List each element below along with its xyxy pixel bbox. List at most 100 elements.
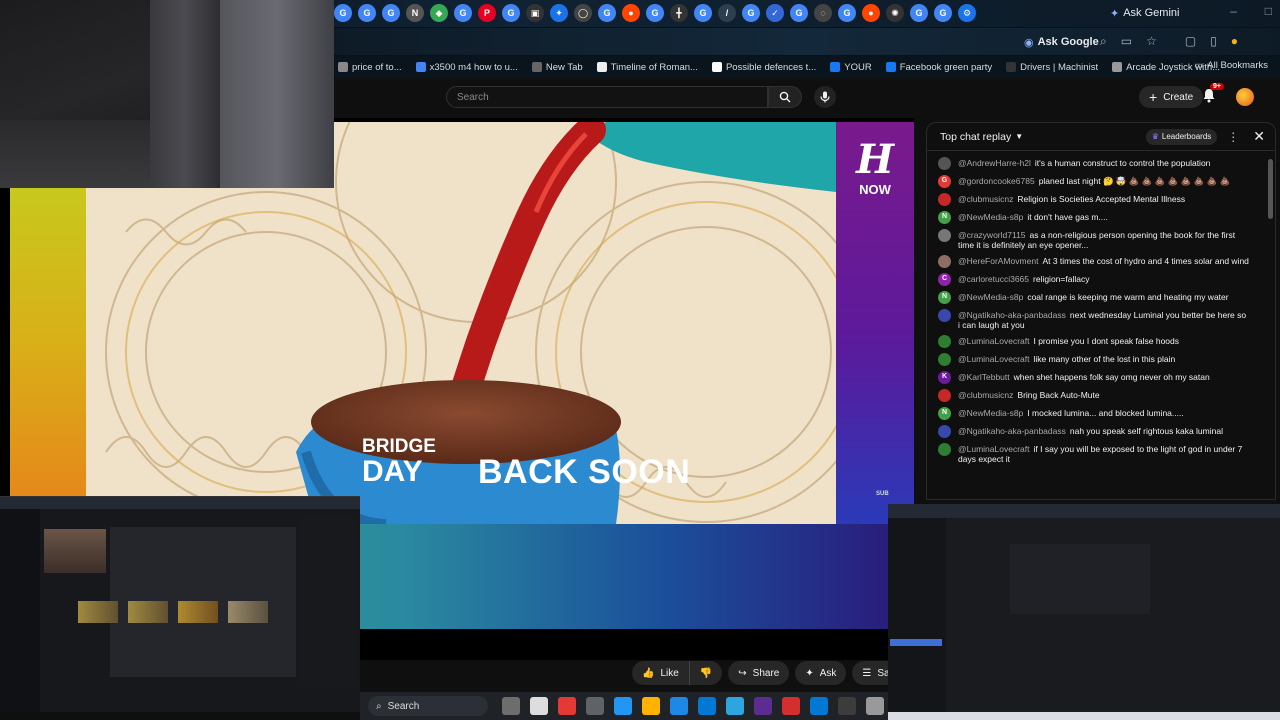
chrome-icon[interactable]: G xyxy=(646,4,664,22)
more-options-icon[interactable]: ⋮ xyxy=(1227,130,1239,144)
chat-avatar[interactable]: N xyxy=(938,406,951,420)
taskbar-app-icon[interactable] xyxy=(866,697,884,715)
chat-avatar[interactable] xyxy=(938,156,951,170)
chat-author[interactable]: @LuminaLovecraft xyxy=(958,354,1029,364)
chrome-icon[interactable]: G xyxy=(838,4,856,22)
tool-icon[interactable]: / xyxy=(718,4,736,22)
bookmark-item[interactable]: price of to... xyxy=(338,62,402,73)
chat-author[interactable]: @Ngatikaho-aka-panbadass xyxy=(958,310,1066,320)
chat-author[interactable]: @LuminaLovecraft xyxy=(958,444,1029,454)
taskbar-app-icon[interactable] xyxy=(614,697,632,715)
game-icon[interactable]: ▣ xyxy=(526,4,544,22)
chat-author[interactable]: @LuminaLovecraft xyxy=(958,336,1029,346)
taskbar-app-icon[interactable] xyxy=(530,697,548,715)
minimize-icon[interactable]: – xyxy=(1230,4,1237,18)
dislike-button[interactable]: 👎 xyxy=(689,661,723,685)
maximize-icon[interactable]: □ xyxy=(1265,4,1272,18)
chat-avatar[interactable]: G xyxy=(938,174,951,188)
chat-author[interactable]: @crazyworld7115 xyxy=(958,230,1026,240)
chat-avatar[interactable] xyxy=(938,352,951,366)
app-icon[interactable]: ✦ xyxy=(550,4,568,22)
chat-avatar[interactable] xyxy=(938,228,951,242)
chat-avatar[interactable] xyxy=(938,254,951,268)
chat-author[interactable]: @carloretucci3665 xyxy=(958,274,1029,284)
chat-author[interactable]: @AndrewHarre-h2l xyxy=(958,158,1031,168)
chrome-icon[interactable]: G xyxy=(790,4,808,22)
chrome-icon[interactable]: G xyxy=(910,4,928,22)
chat-avatar[interactable] xyxy=(938,334,951,348)
notifications-button[interactable]: 9+ xyxy=(1202,83,1224,106)
bookmark-item[interactable]: x3500 m4 how to u... xyxy=(415,62,518,73)
all-bookmarks-button[interactable]: ▭ All Bookmarks xyxy=(1194,60,1268,71)
maps-icon[interactable]: ◆ xyxy=(430,4,448,22)
chat-author[interactable]: @Ngatikaho-aka-panbadass xyxy=(958,426,1066,436)
search-input[interactable]: Search xyxy=(446,86,768,108)
chat-avatar[interactable]: N xyxy=(938,210,951,224)
account-avatar[interactable] xyxy=(1236,88,1254,106)
taskbar-app-icon[interactable] xyxy=(838,697,856,715)
chat-avatar[interactable] xyxy=(938,388,951,402)
chat-author[interactable]: @KarlTebbutt xyxy=(958,372,1010,382)
chat-avatar[interactable]: C xyxy=(938,272,951,286)
chat-author[interactable]: @NewMedia-s8p xyxy=(958,408,1023,418)
search-button[interactable] xyxy=(768,86,802,108)
bookmark-item[interactable]: Drivers | Machinist xyxy=(1006,62,1098,73)
chat-avatar[interactable] xyxy=(938,442,951,456)
ask-button[interactable]: ✦ Ask xyxy=(795,661,847,685)
chat-author[interactable]: @NewMedia-s8p xyxy=(958,212,1023,222)
leaderboards-button[interactable]: ♛ Leaderboards xyxy=(1145,128,1218,145)
settings-icon[interactable]: ✺ xyxy=(886,4,904,22)
ask-gemini-button[interactable]: ✦ Ask Gemini xyxy=(1104,4,1185,22)
chrome-icon[interactable]: G xyxy=(502,4,520,22)
cast-icon[interactable]: ▭ xyxy=(1121,34,1132,49)
chrome-icon[interactable]: G xyxy=(382,4,400,22)
taskbar-app-icon[interactable] xyxy=(726,697,744,715)
ask-google-button[interactable]: ◉ Ask Google xyxy=(1024,33,1099,51)
chat-avatar[interactable]: K xyxy=(938,370,951,384)
chrome-icon[interactable]: G xyxy=(358,4,376,22)
taskbar-app-icon[interactable] xyxy=(502,697,520,715)
chat-author[interactable]: @NewMedia-s8p xyxy=(958,292,1023,302)
chrome-icon[interactable]: G xyxy=(454,4,472,22)
chrome-icon[interactable]: G xyxy=(598,4,616,22)
bookmark-item[interactable]: Facebook green party xyxy=(885,62,992,73)
pinterest-icon[interactable]: P xyxy=(478,4,496,22)
taskbar-app-icon[interactable] xyxy=(642,697,660,715)
bookmark-item[interactable]: Timeline of Roman... xyxy=(596,62,698,73)
chat-scrollbar[interactable] xyxy=(1268,159,1273,219)
taskbar-app-icon[interactable] xyxy=(810,697,828,715)
profile-avatar-icon[interactable]: ● xyxy=(1231,34,1238,49)
taskbar-app-icon[interactable] xyxy=(754,697,772,715)
chrome-icon[interactable]: G xyxy=(334,4,352,22)
app-icon[interactable]: ◌ xyxy=(814,4,832,22)
github-icon[interactable]: ◯ xyxy=(574,4,592,22)
news-icon[interactable]: N xyxy=(406,4,424,22)
taskbar-app-icon[interactable] xyxy=(558,697,576,715)
taskbar-app-icon[interactable] xyxy=(670,697,688,715)
zoom-icon[interactable]: ⌕ xyxy=(1100,34,1107,49)
voice-search-button[interactable] xyxy=(814,86,836,108)
reddit-icon[interactable]: ● xyxy=(862,4,880,22)
sidebar-icon[interactable]: ▯ xyxy=(1210,34,1217,49)
chat-avatar[interactable] xyxy=(938,424,951,438)
chat-avatar[interactable]: N xyxy=(938,290,951,304)
chat-avatar[interactable] xyxy=(938,308,951,322)
bookmark-star-icon[interactable]: ☆ xyxy=(1146,34,1157,49)
like-button[interactable]: 👍 Like xyxy=(632,661,690,685)
bookmark-item[interactable]: Possible defences t... xyxy=(711,62,816,73)
extensions-icon[interactable]: ▢ xyxy=(1185,34,1196,49)
bookmark-item[interactable]: YOUR xyxy=(830,62,872,73)
create-button[interactable]: + Create xyxy=(1139,86,1204,108)
chat-author[interactable]: @gordoncooke6785 xyxy=(958,176,1035,186)
chrome-icon[interactable]: G xyxy=(934,4,952,22)
chat-author[interactable]: @clubmusicnz xyxy=(958,390,1013,400)
chrome-icon[interactable]: G xyxy=(742,4,760,22)
chrome-icon[interactable]: G xyxy=(694,4,712,22)
taskbar-app-icon[interactable] xyxy=(698,697,716,715)
chat-author[interactable]: @HereForAMovment xyxy=(958,256,1038,266)
chat-avatar[interactable] xyxy=(938,192,951,206)
taskbar-app-icon[interactable] xyxy=(586,697,604,715)
taskbar-app-icon[interactable] xyxy=(782,697,800,715)
check-icon[interactable]: ✓ xyxy=(766,4,784,22)
chat-mode-dropdown[interactable]: Top chat replay ▼ xyxy=(940,131,1023,143)
